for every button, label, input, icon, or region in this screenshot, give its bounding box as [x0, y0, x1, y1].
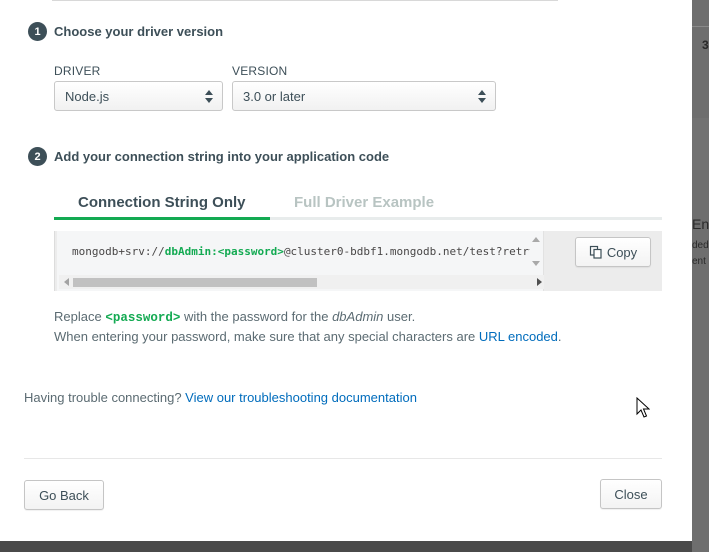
- background-page: 3 En ded ent: [692, 0, 709, 552]
- connection-string-panel: mongodb+srv://dbAdmin:<password>@cluster…: [54, 231, 662, 291]
- mouse-cursor-icon: [636, 397, 650, 418]
- background-stripe: [692, 118, 709, 170]
- background-text: ded: [692, 240, 709, 251]
- background-text: ent: [692, 256, 706, 267]
- background-text: 3: [702, 38, 709, 52]
- copy-button-label: Copy: [606, 244, 638, 260]
- uri-prefix: mongodb+srv://: [72, 245, 165, 258]
- active-tab-indicator: [54, 217, 270, 220]
- tab-connection-string-only[interactable]: Connection String Only: [78, 194, 246, 211]
- close-button[interactable]: Close: [600, 479, 662, 509]
- troubleshooting-link[interactable]: View our troubleshooting documentation: [185, 390, 417, 405]
- go-back-button[interactable]: Go Back: [24, 480, 104, 510]
- uri-host: @cluster0-bdbf1.mongodb.net/test?retryWr…: [283, 245, 530, 258]
- connect-modal: 1 Choose your driver version DRIVER Node…: [0, 0, 692, 541]
- note-text: Replace: [54, 309, 106, 324]
- scroll-up-arrow-icon[interactable]: [532, 237, 540, 242]
- note-text: When entering your password, make sure t…: [54, 329, 479, 344]
- step-2-heading: 2 Add your connection string into your a…: [28, 147, 389, 166]
- top-divider: [52, 0, 558, 1]
- note-text: with the password for the: [180, 309, 333, 324]
- troubleshooting-line: Having trouble connecting? View our trou…: [24, 390, 417, 405]
- copy-icon: [589, 245, 602, 259]
- step-2-title: Add your connection string into your app…: [54, 149, 390, 164]
- footer-divider: [24, 458, 662, 459]
- scroll-down-arrow-icon[interactable]: [532, 261, 540, 266]
- version-select-value: 3.0 or later: [243, 88, 306, 104]
- password-placeholder: <password>: [105, 311, 181, 325]
- copy-button[interactable]: Copy: [575, 237, 651, 267]
- step-1-title: Choose your driver version: [54, 24, 224, 39]
- password-note: Replace <password> with the password for…: [54, 309, 415, 325]
- horizontal-scrollbar[interactable]: [59, 275, 544, 289]
- version-select[interactable]: 3.0 or later: [232, 81, 496, 111]
- background-text: En: [692, 216, 709, 232]
- version-label: VERSION: [232, 64, 288, 78]
- scroll-right-arrow-icon[interactable]: [537, 278, 542, 286]
- go-back-label: Go Back: [39, 487, 89, 503]
- uri-separator: :: [211, 245, 218, 258]
- driver-label: DRIVER: [54, 64, 101, 78]
- select-arrows-icon: [205, 90, 213, 103]
- uri-username: dbAdmin: [164, 245, 212, 258]
- tab-full-driver-example[interactable]: Full Driver Example: [294, 194, 434, 211]
- trouble-text: Having trouble connecting?: [24, 390, 186, 405]
- close-label: Close: [614, 486, 648, 502]
- note-text: .: [557, 329, 562, 344]
- scrollbar-thumb[interactable]: [73, 278, 317, 287]
- step-number-badge: 1: [28, 22, 47, 41]
- note-text: user.: [383, 309, 416, 324]
- connection-tabs: Connection String Only Full Driver Examp…: [54, 190, 662, 222]
- connection-string-box[interactable]: mongodb+srv://dbAdmin:<password>@cluster…: [57, 231, 544, 291]
- connection-string-text[interactable]: mongodb+srv://dbAdmin:<password>@cluster…: [72, 245, 530, 258]
- driver-select[interactable]: Node.js: [54, 81, 223, 111]
- step-1-heading: 1 Choose your driver version: [28, 22, 223, 41]
- select-arrows-icon: [478, 90, 486, 103]
- scroll-left-arrow-icon[interactable]: [64, 278, 69, 286]
- step-number-badge: 2: [28, 147, 47, 166]
- driver-select-value: Node.js: [65, 88, 110, 104]
- uri-password-placeholder: <password>: [217, 245, 284, 258]
- encoding-note: When entering your password, make sure t…: [54, 329, 562, 344]
- url-encoded-link[interactable]: URL encoded: [479, 329, 558, 344]
- background-divider: [692, 26, 709, 27]
- username-text: dbAdmin: [332, 309, 384, 324]
